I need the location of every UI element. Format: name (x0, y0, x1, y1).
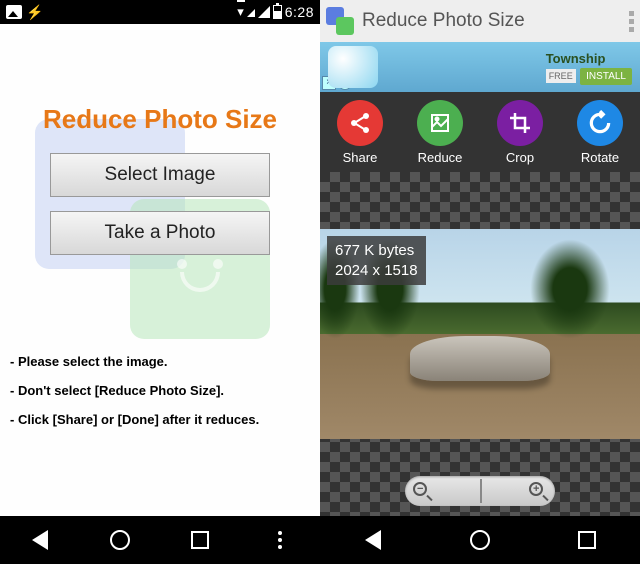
instruction-line: - Please select the image. (10, 354, 259, 369)
ad-thumbnail (328, 46, 378, 88)
titlebar-text: Reduce Photo Size (362, 10, 525, 32)
cell-icon (258, 6, 270, 18)
ad-app-name: Township (546, 51, 632, 66)
signal-icon (247, 9, 255, 17)
ad-free-label: FREE (546, 69, 576, 83)
image-size: 677 K bytes (335, 241, 418, 261)
image-dimensions: 2024 x 1518 (335, 261, 418, 281)
reduce-button[interactable]: Reduce (417, 100, 463, 165)
nav-back-button[interactable] (28, 528, 52, 552)
share-button[interactable]: Share (337, 100, 383, 165)
overflow-menu-button[interactable] (629, 11, 634, 32)
image-canvas[interactable]: 677 K bytes 2024 x 1518 − + (320, 172, 640, 516)
share-icon (337, 100, 383, 146)
reduce-label: Reduce (418, 150, 463, 165)
clock: 6:28 (285, 4, 314, 20)
bg-face (165, 254, 235, 304)
zoom-in-button[interactable]: + (529, 482, 547, 500)
navbar (0, 516, 320, 564)
titlebar: Reduce Photo Size (320, 0, 640, 42)
nav-home-button[interactable] (108, 528, 132, 552)
app-title: Reduce Photo Size (0, 104, 320, 135)
app-icon (326, 7, 354, 35)
crop-button[interactable]: Crop (497, 100, 543, 165)
zoom-control[interactable]: − + (405, 476, 555, 506)
nav-back-button[interactable] (361, 528, 385, 552)
instruction-line: - Click [Share] or [Done] after it reduc… (10, 412, 259, 427)
take-photo-button[interactable]: Take a Photo (50, 211, 270, 255)
zoom-out-button[interactable]: − (413, 482, 431, 500)
instructions: - Please select the image. - Don't selec… (10, 354, 259, 441)
status-bar: ⚡ ▾ R 6:28 (0, 0, 320, 24)
rotate-label: Rotate (581, 150, 619, 165)
ad-banner[interactable]: × i Township FREE INSTALL (320, 42, 640, 92)
navbar (320, 516, 640, 564)
crop-label: Crop (506, 150, 534, 165)
instruction-line: - Don't select [Reduce Photo Size]. (10, 383, 259, 398)
wifi-icon: ▾ (237, 4, 244, 20)
nav-recent-button[interactable] (188, 528, 212, 552)
crop-icon (497, 100, 543, 146)
nav-home-button[interactable] (468, 528, 492, 552)
select-image-button[interactable]: Select Image (50, 153, 270, 197)
nav-recent-button[interactable] (575, 528, 599, 552)
reduce-icon (417, 100, 463, 146)
gallery-icon (6, 5, 22, 19)
rotate-icon (577, 100, 623, 146)
battery-icon (273, 5, 282, 19)
rotate-button[interactable]: Rotate (577, 100, 623, 165)
data-badge: R (237, 0, 245, 2)
flash-icon: ⚡ (26, 4, 43, 21)
nav-menu-button[interactable] (268, 528, 292, 552)
image-info: 677 K bytes 2024 x 1518 (327, 236, 426, 285)
action-bar: Share Reduce Crop Rotate (320, 92, 640, 172)
share-label: Share (343, 150, 378, 165)
ad-install-button[interactable]: INSTALL (580, 68, 632, 85)
